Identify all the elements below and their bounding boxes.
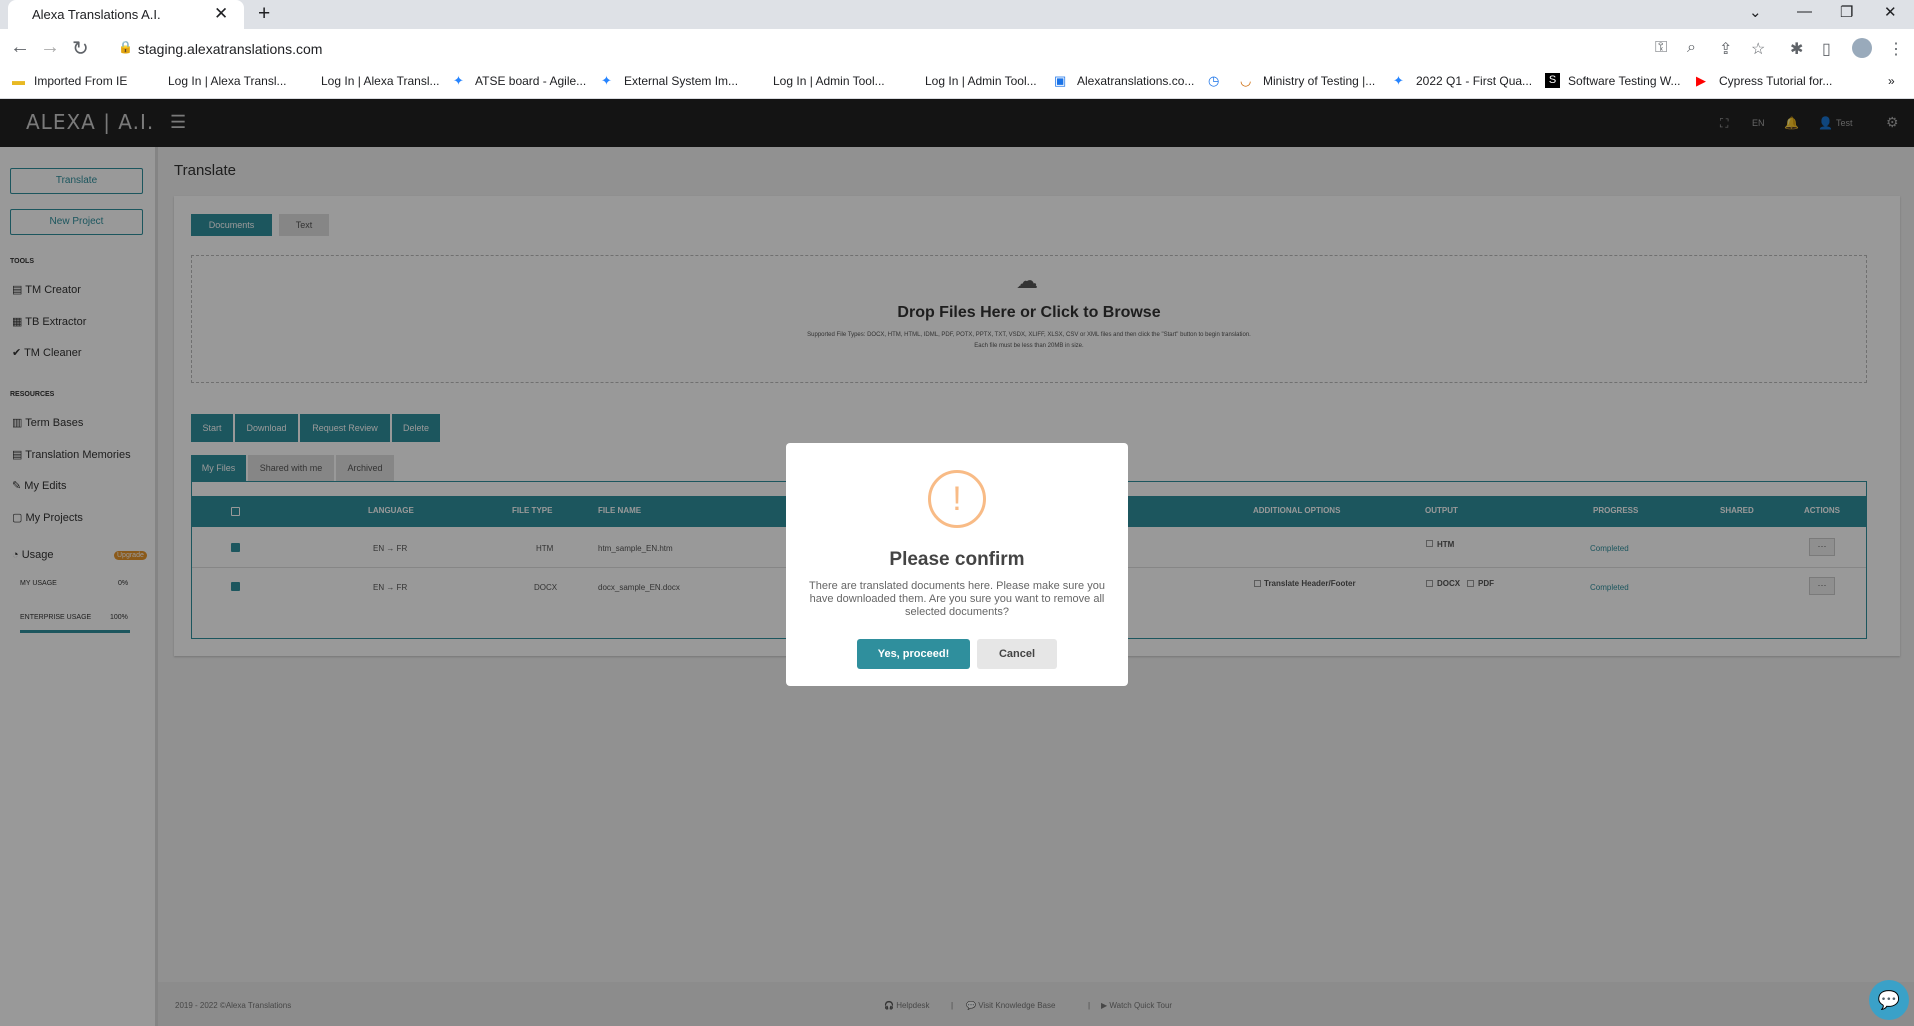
history-icon: ◷ [1208,73,1220,88]
bookmark-item[interactable]: Log In | Alexa Transl... [321,74,440,88]
bookmark-item[interactable]: Log In | Admin Tool... [925,74,1037,88]
reload-icon[interactable]: ↻ [72,36,89,61]
youtube-icon: ▶ [1696,73,1706,88]
key-icon[interactable]: ⚿ [1655,39,1667,57]
bookmarks-overflow-icon[interactable]: » [1888,74,1895,88]
bookmark-item[interactable]: Imported From IE [34,74,127,88]
chat-icon[interactable]: 💬 [1869,980,1909,1020]
bookmark-item[interactable]: Software Testing W... [1568,74,1681,88]
confirm-proceed-button[interactable]: Yes, proceed! [857,639,970,669]
jira-icon: ✦ [601,73,612,88]
folder-icon: ▬ [12,73,25,88]
warning-icon: ! [928,470,986,528]
lock-icon[interactable]: 🔒 [118,40,133,54]
new-tab-icon[interactable]: + [258,2,270,26]
restore-icon[interactable]: ❐ [1840,3,1853,21]
bookmark-item[interactable]: External System Im... [624,74,738,88]
browser-tabstrip [0,0,1914,29]
forward-icon[interactable]: → [40,36,60,59]
zoom-icon[interactable]: ⌕ [1687,39,1696,57]
bookmark-item[interactable]: 2022 Q1 - First Qua... [1416,74,1532,88]
tab-title: Alexa Translations A.I. [32,7,161,22]
share-icon[interactable]: ⇪ [1719,39,1732,59]
bookmark-item[interactable]: Log In | Alexa Transl... [168,74,287,88]
bookmark-item[interactable]: Log In | Admin Tool... [773,74,885,88]
bookmark-star-icon[interactable]: ☆ [1751,39,1765,59]
mot-icon: ◡ [1240,73,1252,88]
bookmark-item[interactable]: Cypress Tutorial for... [1719,74,1832,88]
jira-icon: ✦ [453,73,464,88]
bookmark-item[interactable]: ATSE board - Agile... [475,74,586,88]
bookmark-item[interactable]: Ministry of Testing |... [1263,74,1375,88]
dialog-message: There are translated documents here. Ple… [809,580,1105,618]
omnibox[interactable] [104,34,1884,62]
extensions-icon[interactable]: ✱ [1790,39,1803,59]
cancel-button[interactable]: Cancel [977,639,1057,669]
s-logo-icon: S [1545,73,1560,88]
window-close-icon[interactable]: ✕ [1884,3,1897,21]
bookmark-item[interactable]: Alexatranslations.co... [1077,74,1194,88]
jira-icon: ✦ [1393,73,1404,88]
dialog-title: Please confirm [889,549,1025,570]
side-panel-icon[interactable]: ▯ [1822,39,1831,59]
minimize-icon[interactable]: — [1797,3,1812,20]
tab-search-icon[interactable]: ⌄ [1749,3,1762,21]
calendar-icon: ▣ [1054,73,1067,88]
url-text[interactable]: staging.alexatranslations.com [138,41,322,57]
tab-close-icon[interactable]: ✕ [214,4,228,24]
back-icon[interactable]: ← [10,36,30,59]
profile-avatar[interactable] [1852,38,1872,58]
browser-menu-icon[interactable]: ⋮ [1888,39,1904,59]
